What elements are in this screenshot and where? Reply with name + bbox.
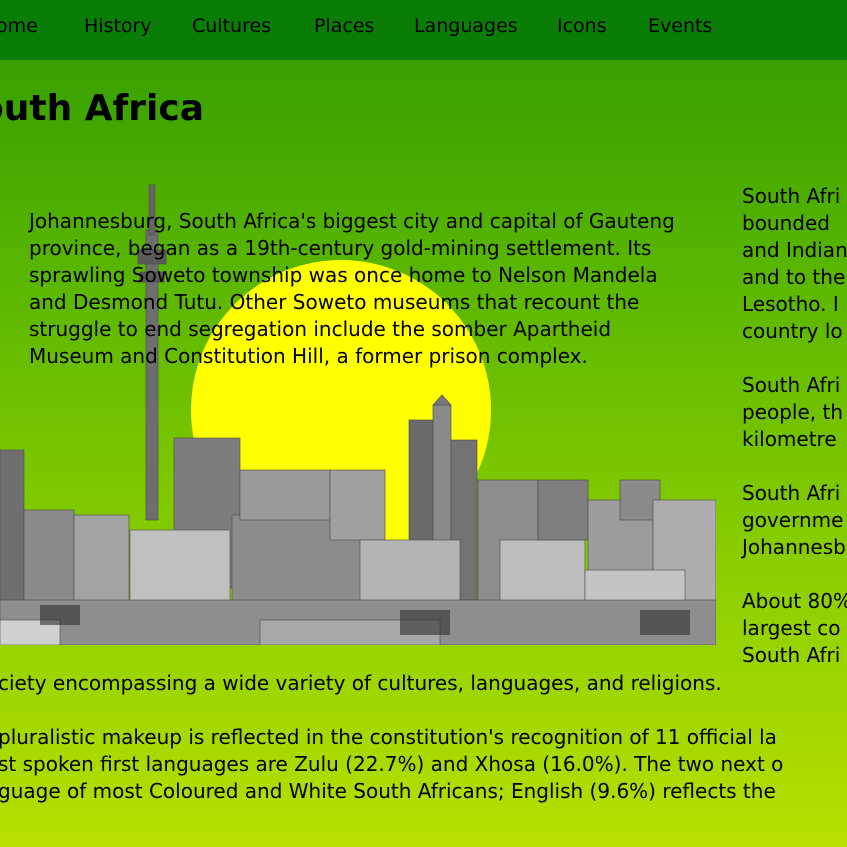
right-paragraph-3: South Afri governme Johannesb [742,481,846,559]
bottom-line-2: pluralistic makeup is reflected in the c… [0,725,777,749]
bottom-line-1: ciety encompassing a wide variety of cul… [0,671,722,695]
right-paragraph-4: About 80% largest co South Afri [742,589,847,667]
nav-icons[interactable]: Icons [557,15,607,37]
nav-home[interactable]: ome [0,15,38,37]
nav-places[interactable]: Places [314,15,374,37]
right-paragraph-1: South Afri bounded and Indian and to the… [742,184,847,343]
nav-history[interactable]: History [84,15,152,37]
page-title: outh Africa [0,88,204,129]
bottom-line-4: guage of most Coloured and White South A… [0,779,776,803]
bottom-line-3: st spoken first languages are Zulu (22.7… [0,752,784,776]
right-paragraph-2: South Afri people, th kilometre [742,373,844,451]
nav-languages[interactable]: Languages [414,15,518,37]
nav-events[interactable]: Events [648,15,712,37]
nav-cultures[interactable]: Cultures [192,15,271,37]
intro-paragraph: Johannesburg, South Africa's biggest cit… [29,209,675,368]
top-nav: ome History Cultures Places Languages Ic… [0,0,847,60]
